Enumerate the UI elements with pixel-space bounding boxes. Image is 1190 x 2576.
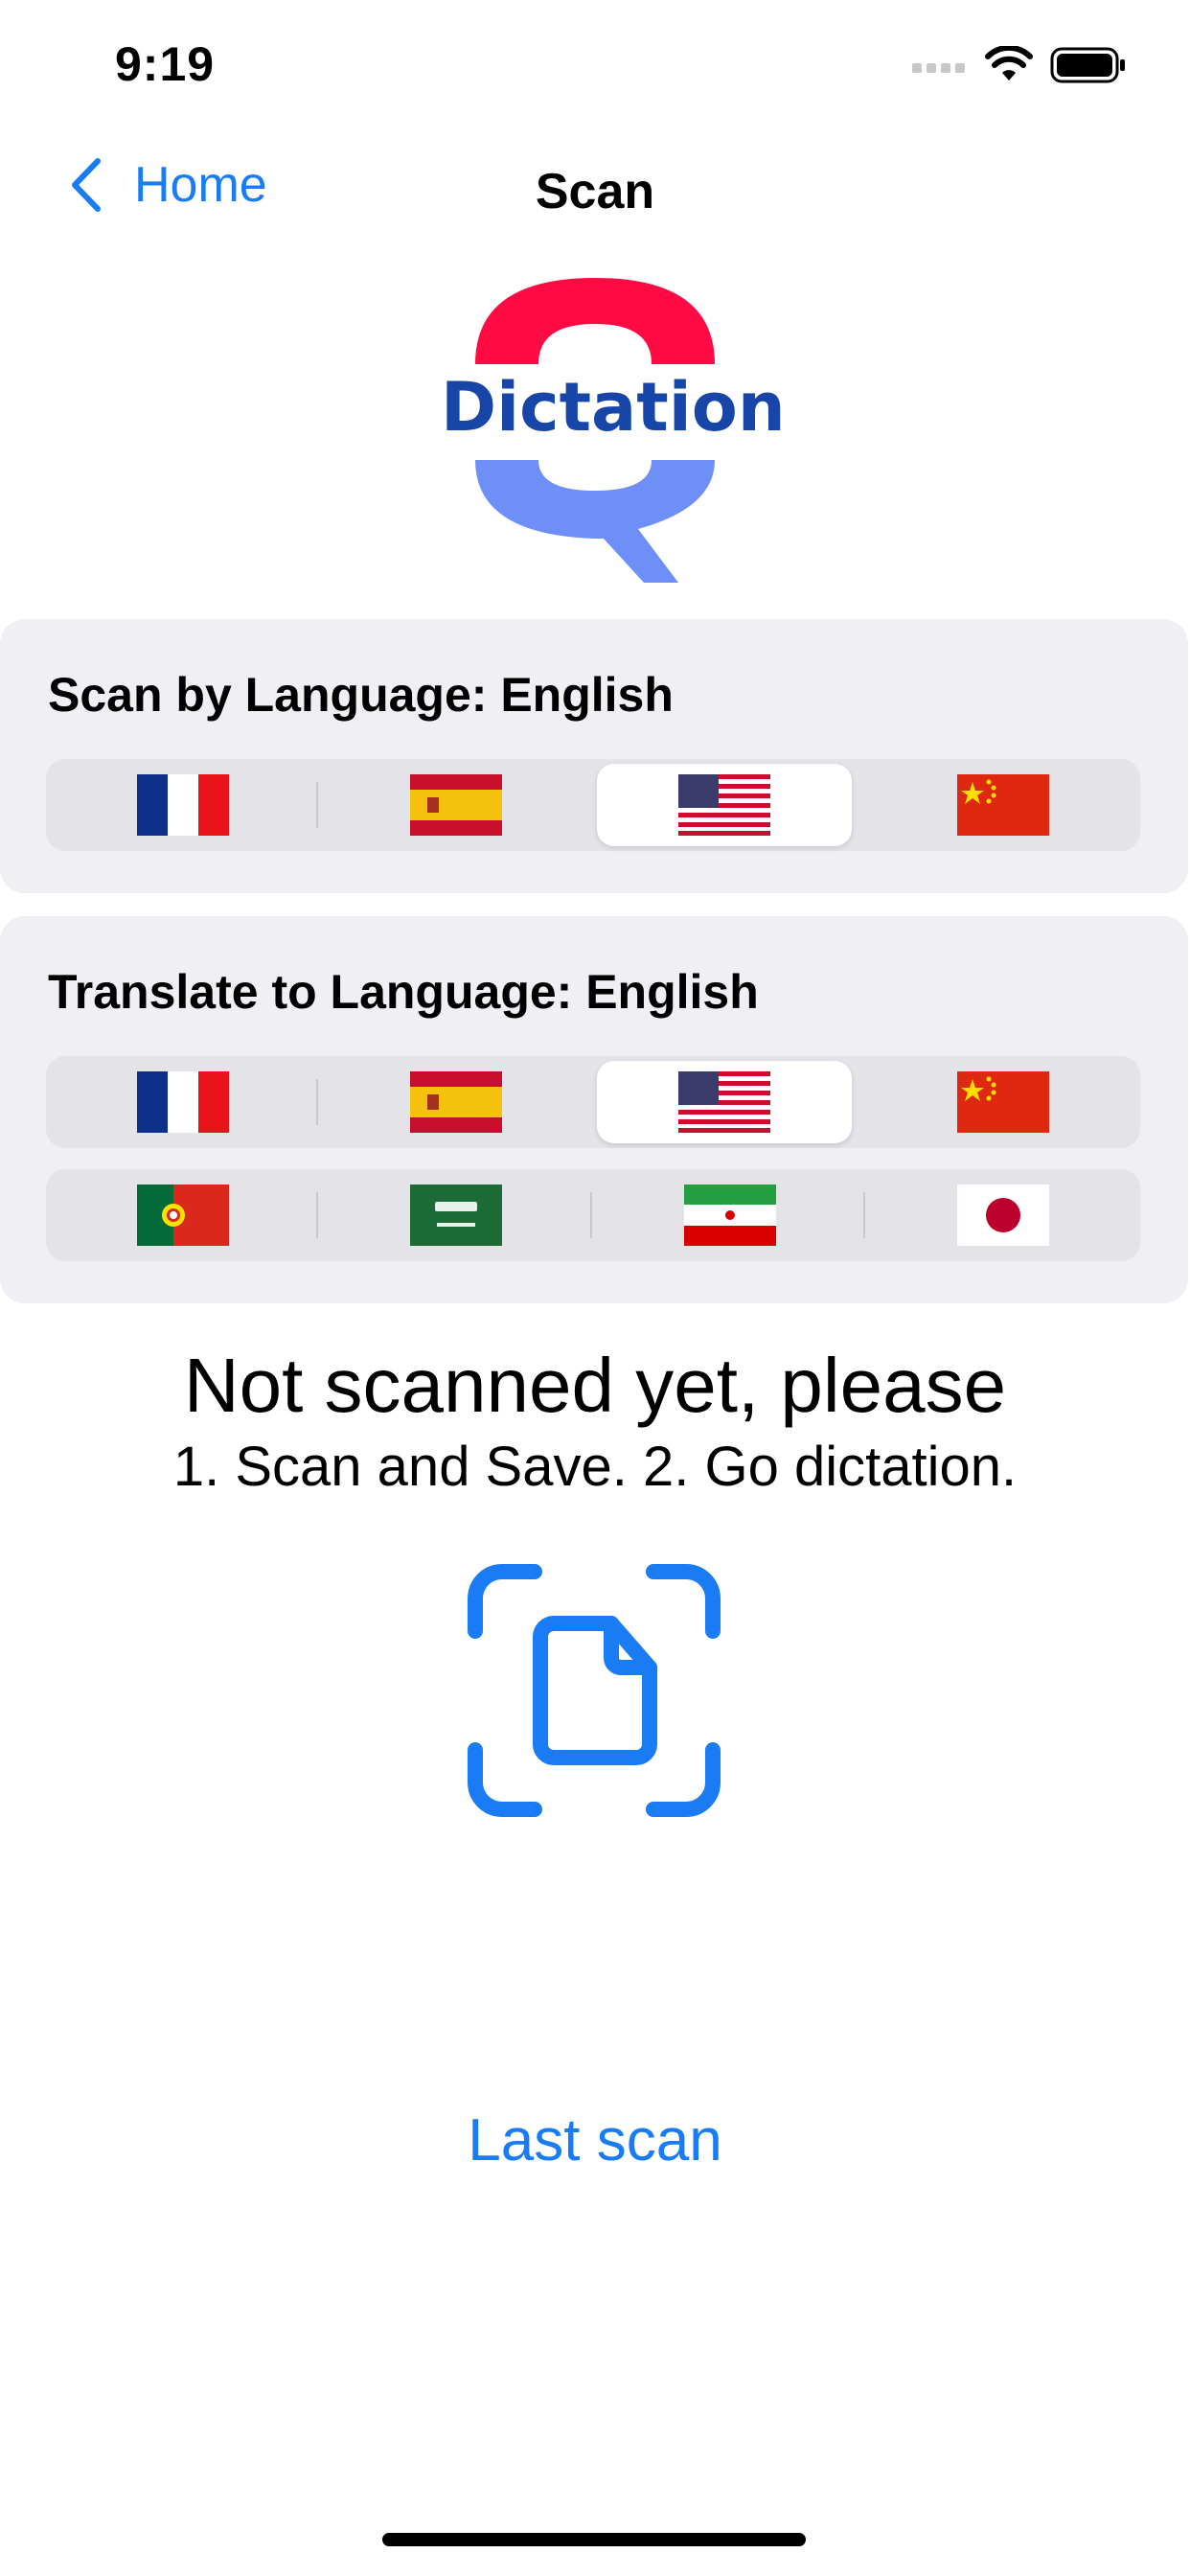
flag-japan-icon [957,1184,1050,1246]
flag-france-icon [136,1071,229,1133]
flag-usa-icon [678,1071,770,1133]
scan-option-chinese[interactable] [867,759,1141,851]
flag-china-icon [957,774,1050,836]
status-time: 9:19 [115,37,216,91]
flag-spain-icon [410,774,503,836]
scan-language-label: Scan by Language: English [48,668,674,722]
battery-icon [1050,47,1125,83]
translate-option-english[interactable] [597,1061,852,1143]
flag-usa-icon [678,774,770,836]
translate-language-segmented-control-2 [46,1169,1140,1261]
translate-option-persian[interactable] [593,1169,867,1261]
last-scan-button[interactable]: Last scan [0,2106,1190,2174]
scan-option-french[interactable] [46,759,320,851]
segment-divider [863,1192,865,1238]
translate-language-label: Translate to Language: English [48,965,759,1019]
segment-divider [316,1192,318,1238]
scan-document-button[interactable] [468,1564,721,1817]
translate-option-portuguese[interactable] [46,1169,320,1261]
flag-iran-icon [683,1184,776,1246]
empty-state-title: Not scanned yet, please [183,1343,1007,1428]
empty-state-instructions: 1. Scan and Save. 2. Go dictation. [172,1436,1018,1498]
translate-option-spanish[interactable] [320,1056,594,1148]
flag-portugal-icon [136,1184,229,1246]
wifi-icon [985,46,1033,80]
translate-option-french[interactable] [46,1056,320,1148]
translate-language-segmented-control-1 [46,1056,1140,1148]
home-indicator [382,2533,806,2546]
flag-spain-icon [410,1071,503,1133]
cellular-signal-icon [912,63,965,73]
translate-language-card: Translate to Language: English [0,916,1188,1303]
flag-france-icon [136,774,229,836]
segment-divider [316,1079,318,1125]
segment-divider [590,1192,592,1238]
scan-language-segmented-control [46,759,1140,851]
segment-divider [316,782,318,828]
status-icons [912,46,1127,84]
scan-language-card: Scan by Language: English [0,619,1188,893]
page-title: Scan [535,164,655,219]
flag-saudi-arabia-icon [410,1184,503,1246]
flag-china-icon [957,1071,1050,1133]
translate-option-japanese[interactable] [867,1169,1141,1261]
logo-text: Dictation [441,368,786,447]
scan-option-english[interactable] [597,764,852,846]
translate-option-chinese[interactable] [867,1056,1141,1148]
app-logo: Dictation [441,278,786,585]
scan-option-spanish[interactable] [320,759,594,851]
doc-viewfinder-icon [468,1564,721,1817]
translate-option-arabic[interactable] [320,1169,594,1261]
